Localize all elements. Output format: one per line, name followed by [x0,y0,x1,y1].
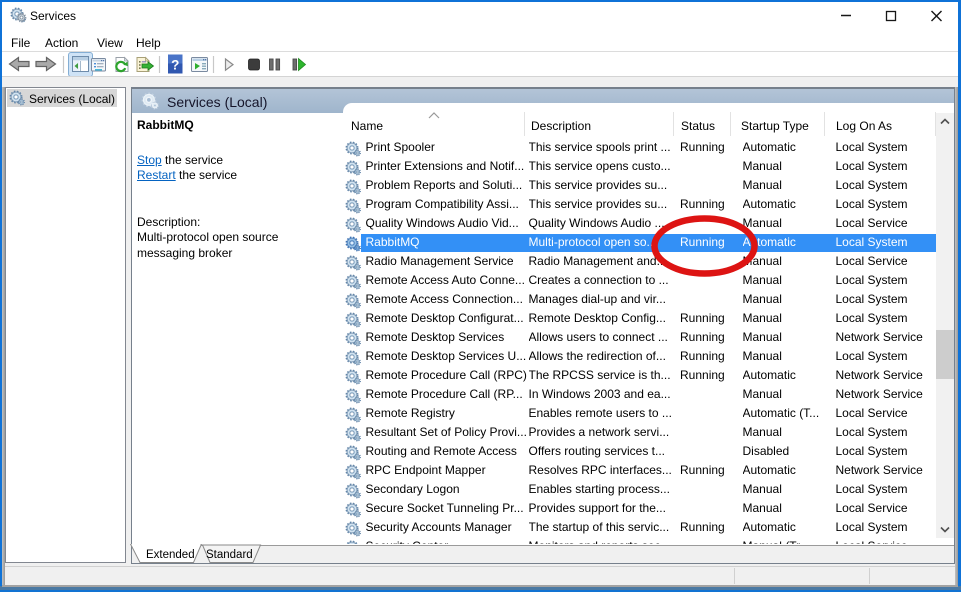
svg-text:?: ? [171,58,179,73]
